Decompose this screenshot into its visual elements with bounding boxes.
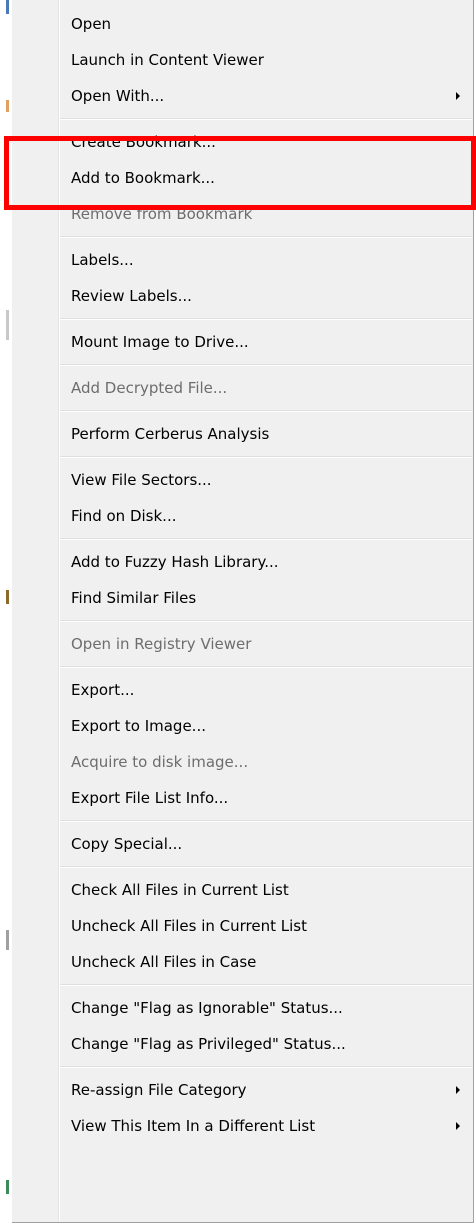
menu-item-label: Add to Bookmark... bbox=[71, 169, 215, 187]
menu-item-find-on-disk[interactable]: Find on Disk... bbox=[12, 498, 472, 534]
menu-item-label: Export... bbox=[71, 681, 135, 699]
submenu-arrow-icon bbox=[456, 1086, 460, 1094]
submenu-arrow-icon bbox=[456, 1122, 460, 1130]
menu-item-label: Acquire to disk image... bbox=[71, 753, 249, 771]
menu-item-label: Review Labels... bbox=[71, 287, 192, 305]
menu-item-copy-special[interactable]: Copy Special... bbox=[12, 826, 472, 862]
menu-separator bbox=[60, 318, 472, 320]
menu-item-label: Perform Cerberus Analysis bbox=[71, 425, 270, 443]
menu-separator bbox=[60, 410, 472, 412]
menu-item-change-flag-as-ignorable-status[interactable]: Change "Flag as Ignorable" Status... bbox=[12, 990, 472, 1026]
menu-item-check-all-files-in-current-list[interactable]: Check All Files in Current List bbox=[12, 872, 472, 908]
menu-item-review-labels[interactable]: Review Labels... bbox=[12, 278, 472, 314]
edge-mark bbox=[6, 930, 9, 950]
menu-item-label: View File Sectors... bbox=[71, 471, 212, 489]
menu-item-label: Add Decrypted File... bbox=[71, 379, 228, 397]
edge-mark bbox=[6, 100, 9, 112]
menu-item-export[interactable]: Export... bbox=[12, 672, 472, 708]
menu-separator bbox=[60, 456, 472, 458]
menu-item-add-decrypted-file: Add Decrypted File... bbox=[12, 370, 472, 406]
menu-item-label: Open bbox=[71, 15, 112, 33]
menu-item-add-to-fuzzy-hash-library[interactable]: Add to Fuzzy Hash Library... bbox=[12, 544, 472, 580]
menu-item-label: Launch in Content Viewer bbox=[71, 51, 264, 69]
edge-mark bbox=[6, 1180, 9, 1194]
menu-item-view-this-item-in-a-different-list[interactable]: View This Item In a Different List bbox=[12, 1108, 472, 1144]
menu-item-label: Check All Files in Current List bbox=[71, 881, 289, 899]
menu-separator bbox=[60, 1066, 472, 1068]
menu-item-change-flag-as-privileged-status[interactable]: Change "Flag as Privileged" Status... bbox=[12, 1026, 472, 1062]
menu-separator bbox=[60, 820, 472, 822]
menu-item-label: View This Item In a Different List bbox=[71, 1117, 316, 1135]
edge-mark bbox=[6, 590, 9, 604]
menu-item-launch-in-content-viewer[interactable]: Launch in Content Viewer bbox=[12, 42, 472, 78]
menu-item-label: Re-assign File Category bbox=[71, 1081, 247, 1099]
menu-separator bbox=[60, 866, 472, 868]
menu-item-label: Mount Image to Drive... bbox=[71, 333, 249, 351]
background-window-edge bbox=[0, 0, 12, 1225]
menu-item-add-to-bookmark[interactable]: Add to Bookmark... bbox=[12, 160, 472, 196]
menu-item-label: Change "Flag as Privileged" Status... bbox=[71, 1035, 346, 1053]
menu-item-export-file-list-info[interactable]: Export File List Info... bbox=[12, 780, 472, 816]
menu-item-label: Copy Special... bbox=[71, 835, 183, 853]
menu-separator bbox=[60, 236, 472, 238]
menu-item-view-file-sectors[interactable]: View File Sectors... bbox=[12, 462, 472, 498]
menu-item-re-assign-file-category[interactable]: Re-assign File Category bbox=[12, 1072, 472, 1108]
menu-item-remove-from-bookmark: Remove from Bookmark bbox=[12, 196, 472, 232]
menu-item-label: Export File List Info... bbox=[71, 789, 229, 807]
menu-separator bbox=[60, 620, 472, 622]
menu-item-open[interactable]: Open bbox=[12, 6, 472, 42]
menu-item-export-to-image[interactable]: Export to Image... bbox=[12, 708, 472, 744]
menu-item-label: Uncheck All Files in Current List bbox=[71, 917, 307, 935]
menu-separator bbox=[60, 118, 472, 120]
menu-item-label: Open With... bbox=[71, 87, 165, 105]
menu-item-perform-cerberus-analysis[interactable]: Perform Cerberus Analysis bbox=[12, 416, 472, 452]
menu-item-label: Change "Flag as Ignorable" Status... bbox=[71, 999, 343, 1017]
context-menu: Open Launch in Content Viewer Open With...… bbox=[12, 0, 474, 1223]
menu-separator bbox=[60, 666, 472, 668]
menu-item-label: Uncheck All Files in Case bbox=[71, 953, 257, 971]
menu-item-acquire-to-disk-image: Acquire to disk image... bbox=[12, 744, 472, 780]
menu-item-label: Create Bookmark... bbox=[71, 133, 216, 151]
menu-item-label: Export to Image... bbox=[71, 717, 206, 735]
menu-item-labels[interactable]: Labels... bbox=[12, 242, 472, 278]
menu-item-mount-image-to-drive[interactable]: Mount Image to Drive... bbox=[12, 324, 472, 360]
menu-item-open-in-registry-viewer: Open in Registry Viewer bbox=[12, 626, 472, 662]
menu-separator bbox=[60, 538, 472, 540]
submenu-arrow-icon bbox=[456, 92, 460, 100]
menu-item-uncheck-all-files-in-current-list[interactable]: Uncheck All Files in Current List bbox=[12, 908, 472, 944]
menu-item-uncheck-all-files-in-case[interactable]: Uncheck All Files in Case bbox=[12, 944, 472, 980]
menu-item-open-with[interactable]: Open With... bbox=[12, 78, 472, 114]
menu-separator bbox=[60, 364, 472, 366]
menu-item-label: Find Similar Files bbox=[71, 589, 197, 607]
menu-item-create-bookmark[interactable]: Create Bookmark... bbox=[12, 124, 472, 160]
menu-item-label: Add to Fuzzy Hash Library... bbox=[71, 553, 279, 571]
edge-mark bbox=[6, 0, 9, 14]
edge-mark bbox=[6, 310, 9, 340]
menu-item-label: Labels... bbox=[71, 251, 134, 269]
menu-item-find-similar-files[interactable]: Find Similar Files bbox=[12, 580, 472, 616]
menu-separator bbox=[60, 984, 472, 986]
menu-item-label: Remove from Bookmark bbox=[71, 205, 253, 223]
menu-item-label: Open in Registry Viewer bbox=[71, 635, 252, 653]
menu-item-label: Find on Disk... bbox=[71, 507, 177, 525]
